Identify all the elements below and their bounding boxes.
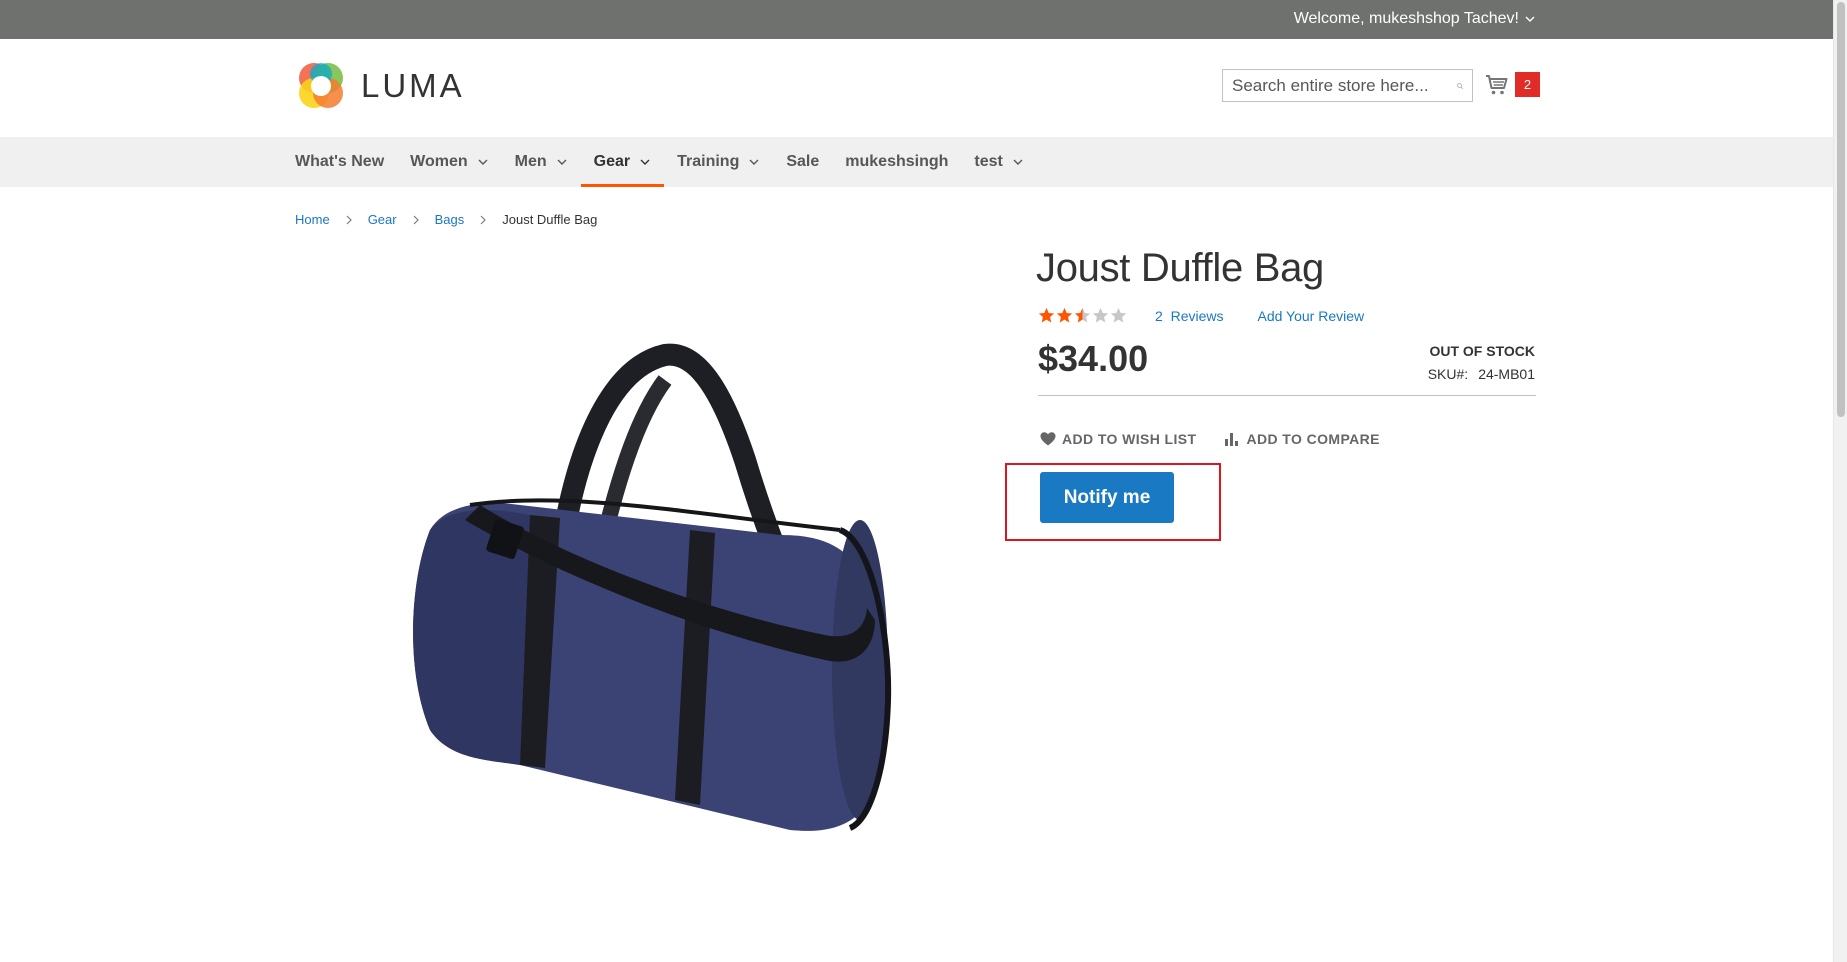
search-box [1222, 69, 1473, 102]
divider [1038, 395, 1536, 396]
sku-label: SKU#: [1427, 366, 1469, 382]
search-icon[interactable] [1457, 78, 1463, 94]
nav-item-label: Sale [786, 153, 820, 170]
logo-text: LUMA [361, 67, 465, 104]
product-image[interactable] [370, 340, 930, 840]
reviews-label: Reviews [1170, 307, 1224, 324]
scrollbar[interactable] [1833, 0, 1847, 962]
compare-bars-icon [1225, 433, 1239, 446]
nav-item-label: Women [410, 153, 468, 170]
reviews-count: 2 [1155, 307, 1163, 324]
scrollbar-thumb[interactable] [1837, 2, 1845, 417]
add-review-link[interactable]: Add Your Review [1257, 308, 1364, 324]
chevron-down-icon [1525, 16, 1535, 22]
main-navigation: What's New Women Men Gear Training Sale … [0, 137, 1833, 187]
luma-logo-icon [299, 63, 343, 108]
search-input[interactable] [1232, 75, 1453, 96]
product-sku: SKU#: 24-MB01 [1428, 366, 1535, 382]
chevron-down-icon [1013, 159, 1023, 165]
nav-item-training[interactable]: Training [664, 137, 773, 187]
cart-count-badge: 2 [1515, 72, 1540, 97]
welcome-text: Welcome, mukeshshop Tachev! [1293, 10, 1519, 27]
star-icon [1092, 307, 1109, 323]
add-to-compare-link[interactable]: ADD TO COMPARE [1224, 431, 1380, 447]
star-icon [1110, 307, 1127, 323]
stock-status: OUT OF STOCK [1429, 343, 1535, 359]
breadcrumb-home[interactable]: Home [295, 212, 330, 227]
rating-summary: 2 Reviews Add Your Review [1038, 307, 1364, 324]
breadcrumb-bags[interactable]: Bags [435, 212, 465, 227]
nav-item-gear[interactable]: Gear [580, 137, 665, 187]
sku-value: 24-MB01 [1478, 366, 1535, 382]
breadcrumb-gear[interactable]: Gear [368, 212, 397, 227]
nav-item-sale[interactable]: Sale [773, 137, 832, 187]
nav-item-label: mukeshsingh [845, 153, 949, 170]
nav-item-label: Training [677, 153, 740, 170]
logo[interactable]: LUMA [295, 60, 465, 112]
cart-icon [1486, 74, 1508, 94]
nav-item-label: What's New [295, 153, 385, 170]
chevron-down-icon [640, 159, 650, 165]
add-to-wishlist-link[interactable]: ADD TO WISH LIST [1040, 431, 1196, 447]
product-social-links: ADD TO WISH LIST ADD TO COMPARE [1040, 431, 1380, 447]
star-icon [1056, 307, 1073, 323]
nav-item-women[interactable]: Women [397, 137, 501, 187]
chevron-right-icon [413, 215, 419, 224]
nav-item-test[interactable]: test [961, 137, 1036, 187]
chevron-right-icon [346, 215, 352, 224]
nav-item-label: Men [514, 153, 547, 170]
heart-icon [1040, 432, 1056, 446]
wishlist-label: ADD TO WISH LIST [1062, 431, 1197, 447]
nav-item-men[interactable]: Men [502, 137, 581, 187]
chevron-down-icon [557, 159, 567, 165]
star-icon [1038, 307, 1055, 323]
chevron-down-icon [478, 159, 488, 165]
reviews-link[interactable]: 2 Reviews [1155, 308, 1223, 324]
rating-stars [1038, 307, 1127, 324]
notify-me-button[interactable]: Notify me [1040, 472, 1174, 523]
product-price: $34.00 [1038, 338, 1149, 379]
star-icon [1074, 307, 1091, 323]
nav-item-whats-new[interactable]: What's New [295, 137, 397, 187]
product-title: Joust Duffle Bag [1036, 246, 1324, 290]
breadcrumb: Home Gear Bags Joust Duffle Bag [295, 212, 597, 227]
breadcrumb-current: Joust Duffle Bag [502, 212, 598, 227]
minicart-button[interactable]: 2 [1485, 72, 1540, 97]
chevron-down-icon [749, 159, 759, 165]
nav-item-mukeshsingh[interactable]: mukeshsingh [832, 137, 961, 187]
nav-item-label: Gear [593, 153, 631, 170]
chevron-right-icon [480, 215, 487, 224]
top-panel: Welcome, mukeshshop Tachev! [0, 0, 1833, 39]
compare-label: ADD TO COMPARE [1246, 431, 1380, 447]
customer-welcome-menu[interactable]: Welcome, mukeshshop Tachev! [1294, 9, 1536, 29]
nav-item-label: test [974, 153, 1003, 170]
